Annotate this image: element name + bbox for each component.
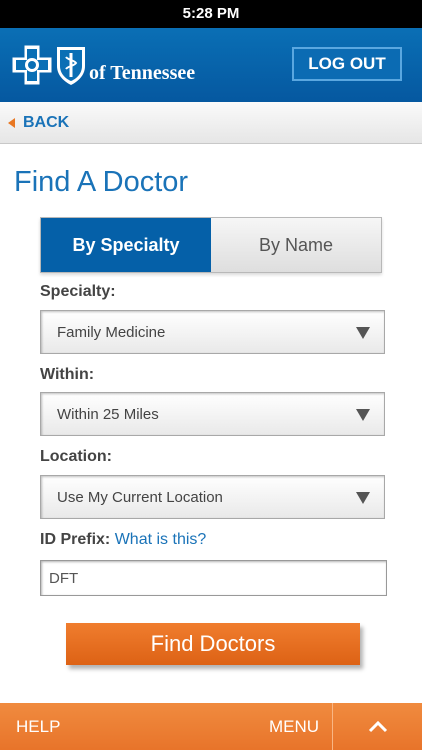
blue-shield-icon <box>57 47 85 85</box>
what-is-this-link[interactable]: What is this? <box>115 531 207 548</box>
id-prefix-label-row: ID Prefix: What is this? <box>40 531 206 549</box>
tab-by-name[interactable]: By Name <box>211 218 381 272</box>
location-value: Use My Current Location <box>57 489 223 506</box>
blue-cross-icon <box>12 45 52 85</box>
id-prefix-input[interactable] <box>40 560 387 596</box>
menu-button[interactable]: MENU <box>269 703 319 750</box>
dropdown-arrow-icon <box>356 327 370 339</box>
chevron-up-icon <box>368 720 387 732</box>
within-label: Within: <box>40 366 95 383</box>
within-select[interactable]: Within 25 Miles <box>40 392 385 436</box>
status-bar: 5:28 PM <box>0 0 422 28</box>
find-doctors-button[interactable]: Find Doctors <box>66 623 360 665</box>
status-time: 5:28 PM <box>182 5 240 22</box>
scroll-top-button[interactable] <box>333 703 422 750</box>
id-prefix-label: ID Prefix: <box>40 531 111 548</box>
specialty-label: Specialty: <box>40 283 116 300</box>
page-title: Find A Doctor <box>14 166 189 198</box>
bcbs-logo: of Tennessee <box>12 44 195 86</box>
nav-bar: BACK <box>0 102 422 144</box>
logo-text: of Tennessee <box>89 61 196 84</box>
back-button[interactable]: BACK <box>8 102 69 144</box>
app-header: of Tennessee LOG OUT <box>0 28 422 102</box>
dropdown-arrow-icon <box>356 409 370 421</box>
within-value: Within 25 Miles <box>57 406 159 423</box>
help-button[interactable]: HELP <box>16 703 60 750</box>
back-label: BACK <box>23 114 70 131</box>
specialty-value: Family Medicine <box>57 324 166 341</box>
specialty-select[interactable]: Family Medicine <box>40 310 385 354</box>
tab-by-specialty[interactable]: By Specialty <box>41 218 211 272</box>
search-mode-tabs: By Specialty By Name <box>40 217 382 273</box>
footer-bar: HELP MENU <box>0 703 422 750</box>
logout-button[interactable]: LOG OUT <box>292 47 402 81</box>
back-arrow-icon <box>8 118 15 128</box>
location-select[interactable]: Use My Current Location <box>40 475 385 519</box>
dropdown-arrow-icon <box>356 492 370 504</box>
location-label: Location: <box>40 448 112 465</box>
